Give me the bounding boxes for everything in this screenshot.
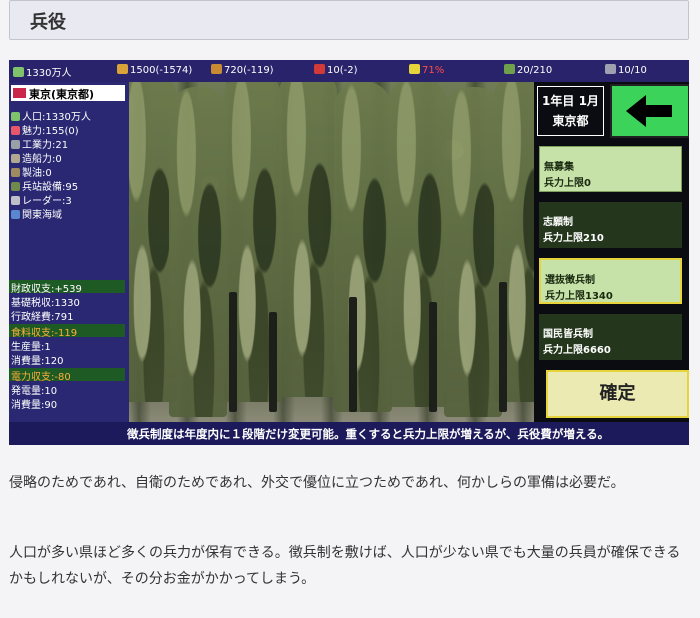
approval-stat: 71% — [409, 64, 444, 76]
unit-count-b: 10/10 — [605, 64, 647, 76]
option-selective-draft[interactable]: 選抜徴兵制 兵力上限1340 — [539, 258, 682, 304]
unit-count-a: 20/210 — [504, 64, 552, 76]
population-stat: 1330万人 — [13, 64, 71, 79]
option-volunteer[interactable]: 志願制 兵力上限210 — [539, 202, 682, 248]
food-icon — [211, 64, 222, 74]
soldier-icon — [504, 64, 515, 74]
paragraph: 侵略のためであれ、自衛のためであれ、外交で優位に立つためであれ、何かしらの軍備は… — [9, 475, 625, 491]
heart-icon — [11, 126, 20, 135]
shipyard-icon — [11, 154, 20, 163]
stat-row: 兵站設備:95 — [11, 178, 78, 193]
sea-icon — [11, 210, 20, 219]
resource-bar: 1330万人 1500(-1574) 720(-119) 10(-2) 71% … — [9, 60, 689, 82]
money-stat: 1500(-1574) — [117, 64, 192, 76]
power-header: 電力収支:-80 — [9, 368, 125, 383]
conscription-panel: 1年目 1月 東京都 無募集 兵力上限0 志願制 兵力上限210 選抜徴兵制 兵… — [534, 82, 689, 422]
option-none[interactable]: 無募集 兵力上限0 — [539, 146, 682, 192]
food-stat: 720(-119) — [211, 64, 274, 76]
power-icon — [314, 64, 325, 74]
power-row: 消費量:90 — [11, 400, 58, 411]
prefecture-name[interactable]: 東京(東京都) — [11, 85, 125, 101]
finance-row: 基礎税収:1330 — [11, 298, 80, 309]
approval-icon — [409, 64, 420, 74]
power-stat: 10(-2) — [314, 64, 358, 76]
section-title: 兵役 — [30, 12, 66, 33]
option-universal-draft[interactable]: 国民皆兵制 兵力上限6660 — [539, 314, 682, 360]
people-icon — [13, 67, 24, 77]
people-icon — [11, 112, 20, 121]
prefecture-panel: 東京(東京都) 人口:1330万人 魅力:155(0) 工業力:21 造船力:0… — [9, 82, 129, 422]
stat-row: 工業力:21 — [11, 136, 68, 151]
help-caption: 徴兵制度は年度内に１段階だけ変更可能。重くすると兵力上限が増えるが、兵役費が増え… — [9, 422, 689, 445]
back-button[interactable] — [610, 84, 689, 138]
finance-header: 財政収支:+539 — [9, 280, 125, 295]
paragraph: 人口が多い県ほど多くの兵力が保有できる。徴兵制を敷けば、人口が少ない県でも大量の… — [9, 545, 681, 587]
factory-icon — [11, 140, 20, 149]
money-bag-icon — [117, 64, 128, 74]
food-row: 消費量:120 — [11, 356, 64, 367]
confirm-button[interactable]: 確定 — [546, 370, 689, 418]
finance-row: 行政経費:791 — [11, 312, 74, 323]
logistics-icon — [11, 182, 20, 191]
ship-icon — [605, 64, 616, 74]
stat-row: 造船力:0 — [11, 150, 62, 165]
food-header: 食料収支:-119 — [9, 324, 125, 339]
radar-icon — [11, 196, 20, 205]
power-row: 発電量:10 — [11, 386, 58, 397]
prefecture-flag-icon — [13, 88, 26, 98]
stat-row: 製油:0 — [11, 164, 52, 179]
date-display: 1年目 1月 東京都 — [537, 86, 604, 136]
capital-label: 東京都 — [552, 114, 589, 128]
stat-row: 魅力:155(0) — [11, 122, 79, 137]
stat-row: 関東海域 — [11, 206, 62, 221]
stat-row: レーダー:3 — [11, 192, 72, 207]
food-row: 生産量:1 — [11, 342, 51, 353]
game-screenshot: 1330万人 1500(-1574) 720(-119) 10(-2) 71% … — [9, 60, 689, 445]
section-heading: 兵役 — [9, 0, 689, 40]
stat-row: 人口:1330万人 — [11, 108, 91, 123]
soldiers-photo — [129, 82, 534, 422]
refinery-icon — [11, 168, 20, 177]
arrow-left-icon — [626, 95, 672, 127]
date-label: 1年目 1月 — [542, 94, 599, 108]
